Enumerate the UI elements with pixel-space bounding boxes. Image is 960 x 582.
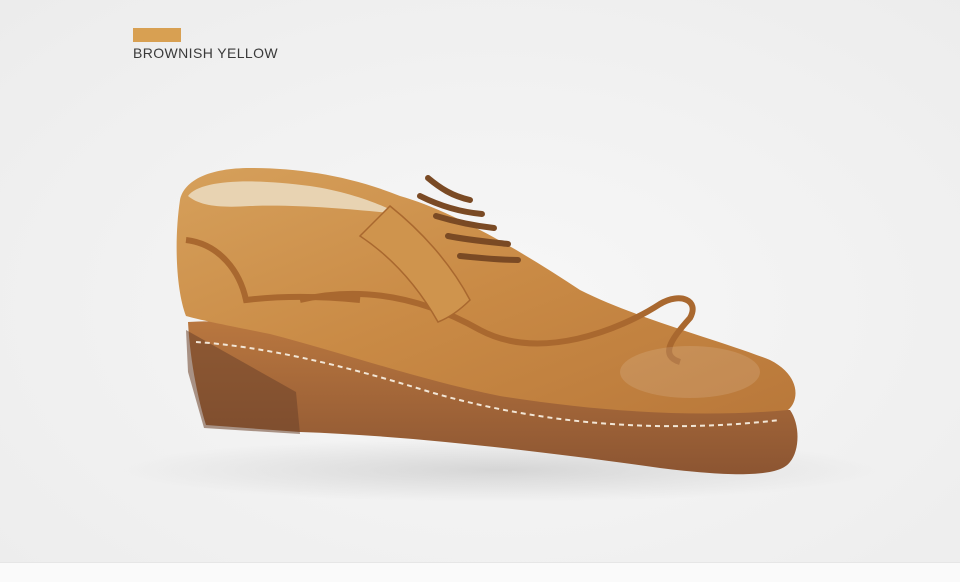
product-photo-area: BROWNISH YELLOW xyxy=(0,0,960,562)
shoe-image xyxy=(120,168,880,502)
bottom-divider xyxy=(0,562,960,582)
toe-highlight xyxy=(620,346,760,398)
